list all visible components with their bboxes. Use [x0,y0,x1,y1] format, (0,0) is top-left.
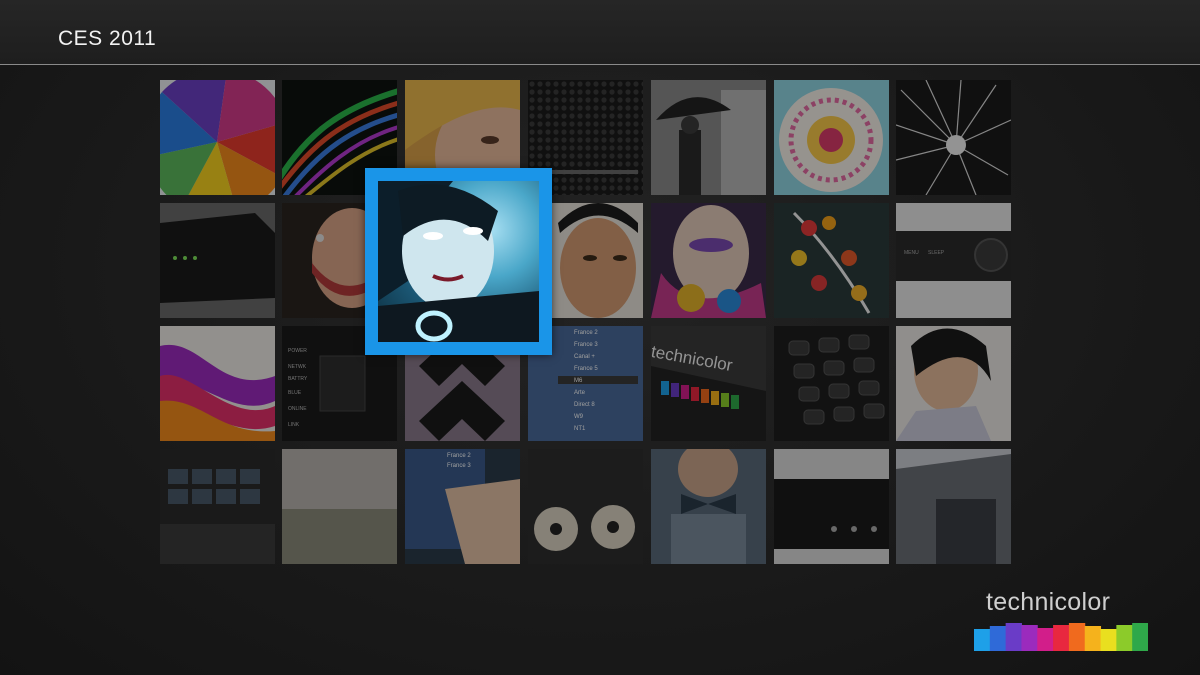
logo-bar [1037,628,1054,651]
tile-woman-portrait[interactable] [896,326,1011,441]
tile-office-building[interactable] [896,449,1011,564]
tile-film-reels[interactable] [528,449,643,564]
tile-ornament-plate[interactable] [774,80,889,195]
tile-set-top-box[interactable]: MENU SLEEP [896,203,1011,318]
tile-fiber-burst[interactable] [896,80,1011,195]
logo-color-bars [974,623,1148,651]
tile-dna-candy[interactable] [774,203,889,318]
technicolor-logo: technicolor [972,588,1148,654]
tile-foggy-field[interactable] [282,449,397,564]
tron-portrait-image [378,181,539,342]
selected-tile-tron[interactable] [365,168,552,355]
tile-umbrella-street[interactable] [651,80,766,195]
logo-bar [989,626,1007,651]
logo-bar [1084,626,1102,651]
tile-media-box[interactable] [774,449,889,564]
logo-bar [1100,629,1117,651]
tile-router-device[interactable] [160,203,275,318]
tile-silk-waves[interactable] [160,326,275,441]
tile-bowtie-man[interactable] [651,449,766,564]
logo-bar [1005,623,1022,651]
logo-bar [1116,625,1133,651]
tile-color-wheel[interactable] [160,80,275,195]
tile-phone-keypad[interactable] [774,326,889,441]
media-grid: MENU SLEEP POWER NETWK BATTRY BLUE ONLIN… [0,0,1200,675]
tile-control-room[interactable] [160,449,275,564]
tile-touchscreen-hand[interactable]: France 2 France 3 [405,449,520,564]
logo-bar [1132,623,1148,651]
tile-technicolor-building[interactable]: technicolor [651,326,766,441]
logo-wordmark: technicolor [986,588,1111,616]
logo-bar [1053,625,1070,651]
tile-painted-face[interactable] [651,203,766,318]
logo-bar [974,629,991,651]
logo-bar [1021,625,1038,651]
logo-bar [1068,623,1086,651]
